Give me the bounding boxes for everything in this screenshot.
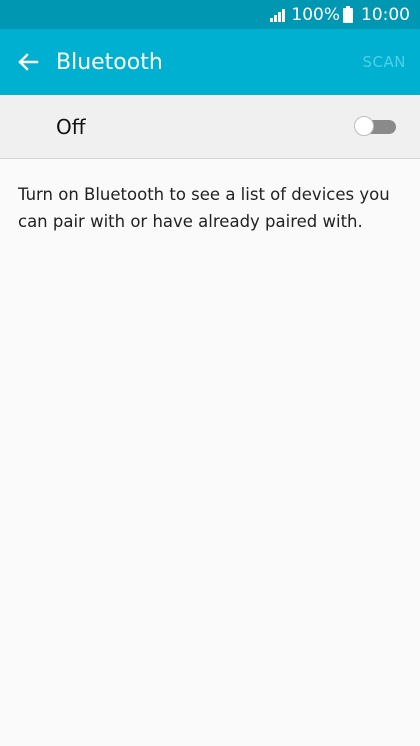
page-title: Bluetooth [56,49,163,75]
battery-icon [343,6,353,23]
bluetooth-description: Turn on Bluetooth to see a list of devic… [18,185,390,231]
bluetooth-toggle-row[interactable]: Off [0,95,420,159]
switch-thumb [354,116,374,136]
status-bar: 100% 10:00 [0,0,420,29]
signal-icon [269,7,286,22]
back-button[interactable] [0,29,56,95]
bluetooth-status-label: Off [56,114,86,139]
scan-button[interactable]: SCAN [363,53,406,71]
status-time: 10:00 [361,4,410,25]
app-bar: Bluetooth SCAN [0,29,420,95]
battery-percent: 100% [291,4,340,25]
bluetooth-switch[interactable] [354,116,398,138]
arrow-left-icon [18,53,39,71]
